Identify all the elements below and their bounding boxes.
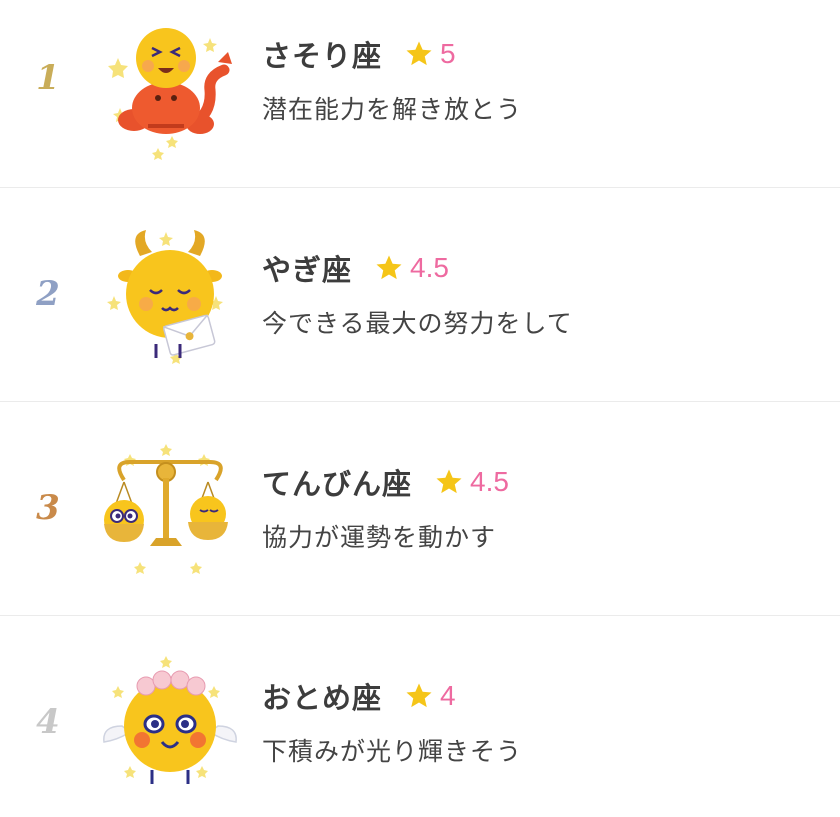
virgo-mascot-icon <box>100 656 240 796</box>
ranking-row-scorpio[interactable]: 1 さそり座 5 潜在能力を解き放とう <box>0 0 840 214</box>
score-value: 4 <box>440 680 456 711</box>
score-value: 4.5 <box>470 466 509 497</box>
title-line: てんびん座 4.5 <box>262 462 509 502</box>
star-icon <box>404 681 434 711</box>
sign-name: やぎ座 <box>262 253 353 287</box>
fortune-message: 協力が運勢を動かす <box>262 523 497 552</box>
capricorn-mascot-icon <box>100 228 240 368</box>
title-line: おとめ座 4 <box>262 676 456 716</box>
libra-mascot-icon <box>100 442 240 582</box>
sign-name: おとめ座 <box>262 681 383 715</box>
title-line: さそり座 5 <box>262 34 456 74</box>
fortune-message: 下積みが光り輝きそう <box>262 737 523 766</box>
score-value: 5 <box>440 38 456 69</box>
score-value: 4.5 <box>410 252 449 283</box>
horoscope-ranking-list: 1 さそり座 5 潜在能力を解き放とう 2 やぎ座 4.5 今できる最大の努力を… <box>0 0 840 817</box>
star-icon <box>374 253 404 283</box>
ranking-row-capricorn[interactable]: 2 やぎ座 4.5 今できる最大の努力をして <box>0 188 840 402</box>
star-icon <box>404 39 434 69</box>
rank-number: 3 <box>36 488 60 528</box>
sign-name: さそり座 <box>262 39 383 73</box>
rank-number: 1 <box>36 58 60 98</box>
sign-name: てんびん座 <box>262 467 413 501</box>
fortune-message: 今できる最大の努力をして <box>262 309 573 338</box>
star-icon <box>434 467 464 497</box>
title-line: やぎ座 4.5 <box>262 248 449 288</box>
fortune-message: 潜在能力を解き放とう <box>262 95 523 124</box>
ranking-row-virgo[interactable]: 4 おとめ座 4 下積みが光り輝きそう <box>0 616 840 817</box>
ranking-row-libra[interactable]: 3 てんびん座 4.5 協力が運勢を動かす <box>0 402 840 616</box>
rank-number: 4 <box>36 702 60 742</box>
scorpio-mascot-icon <box>100 20 240 160</box>
rank-number: 2 <box>36 274 60 314</box>
